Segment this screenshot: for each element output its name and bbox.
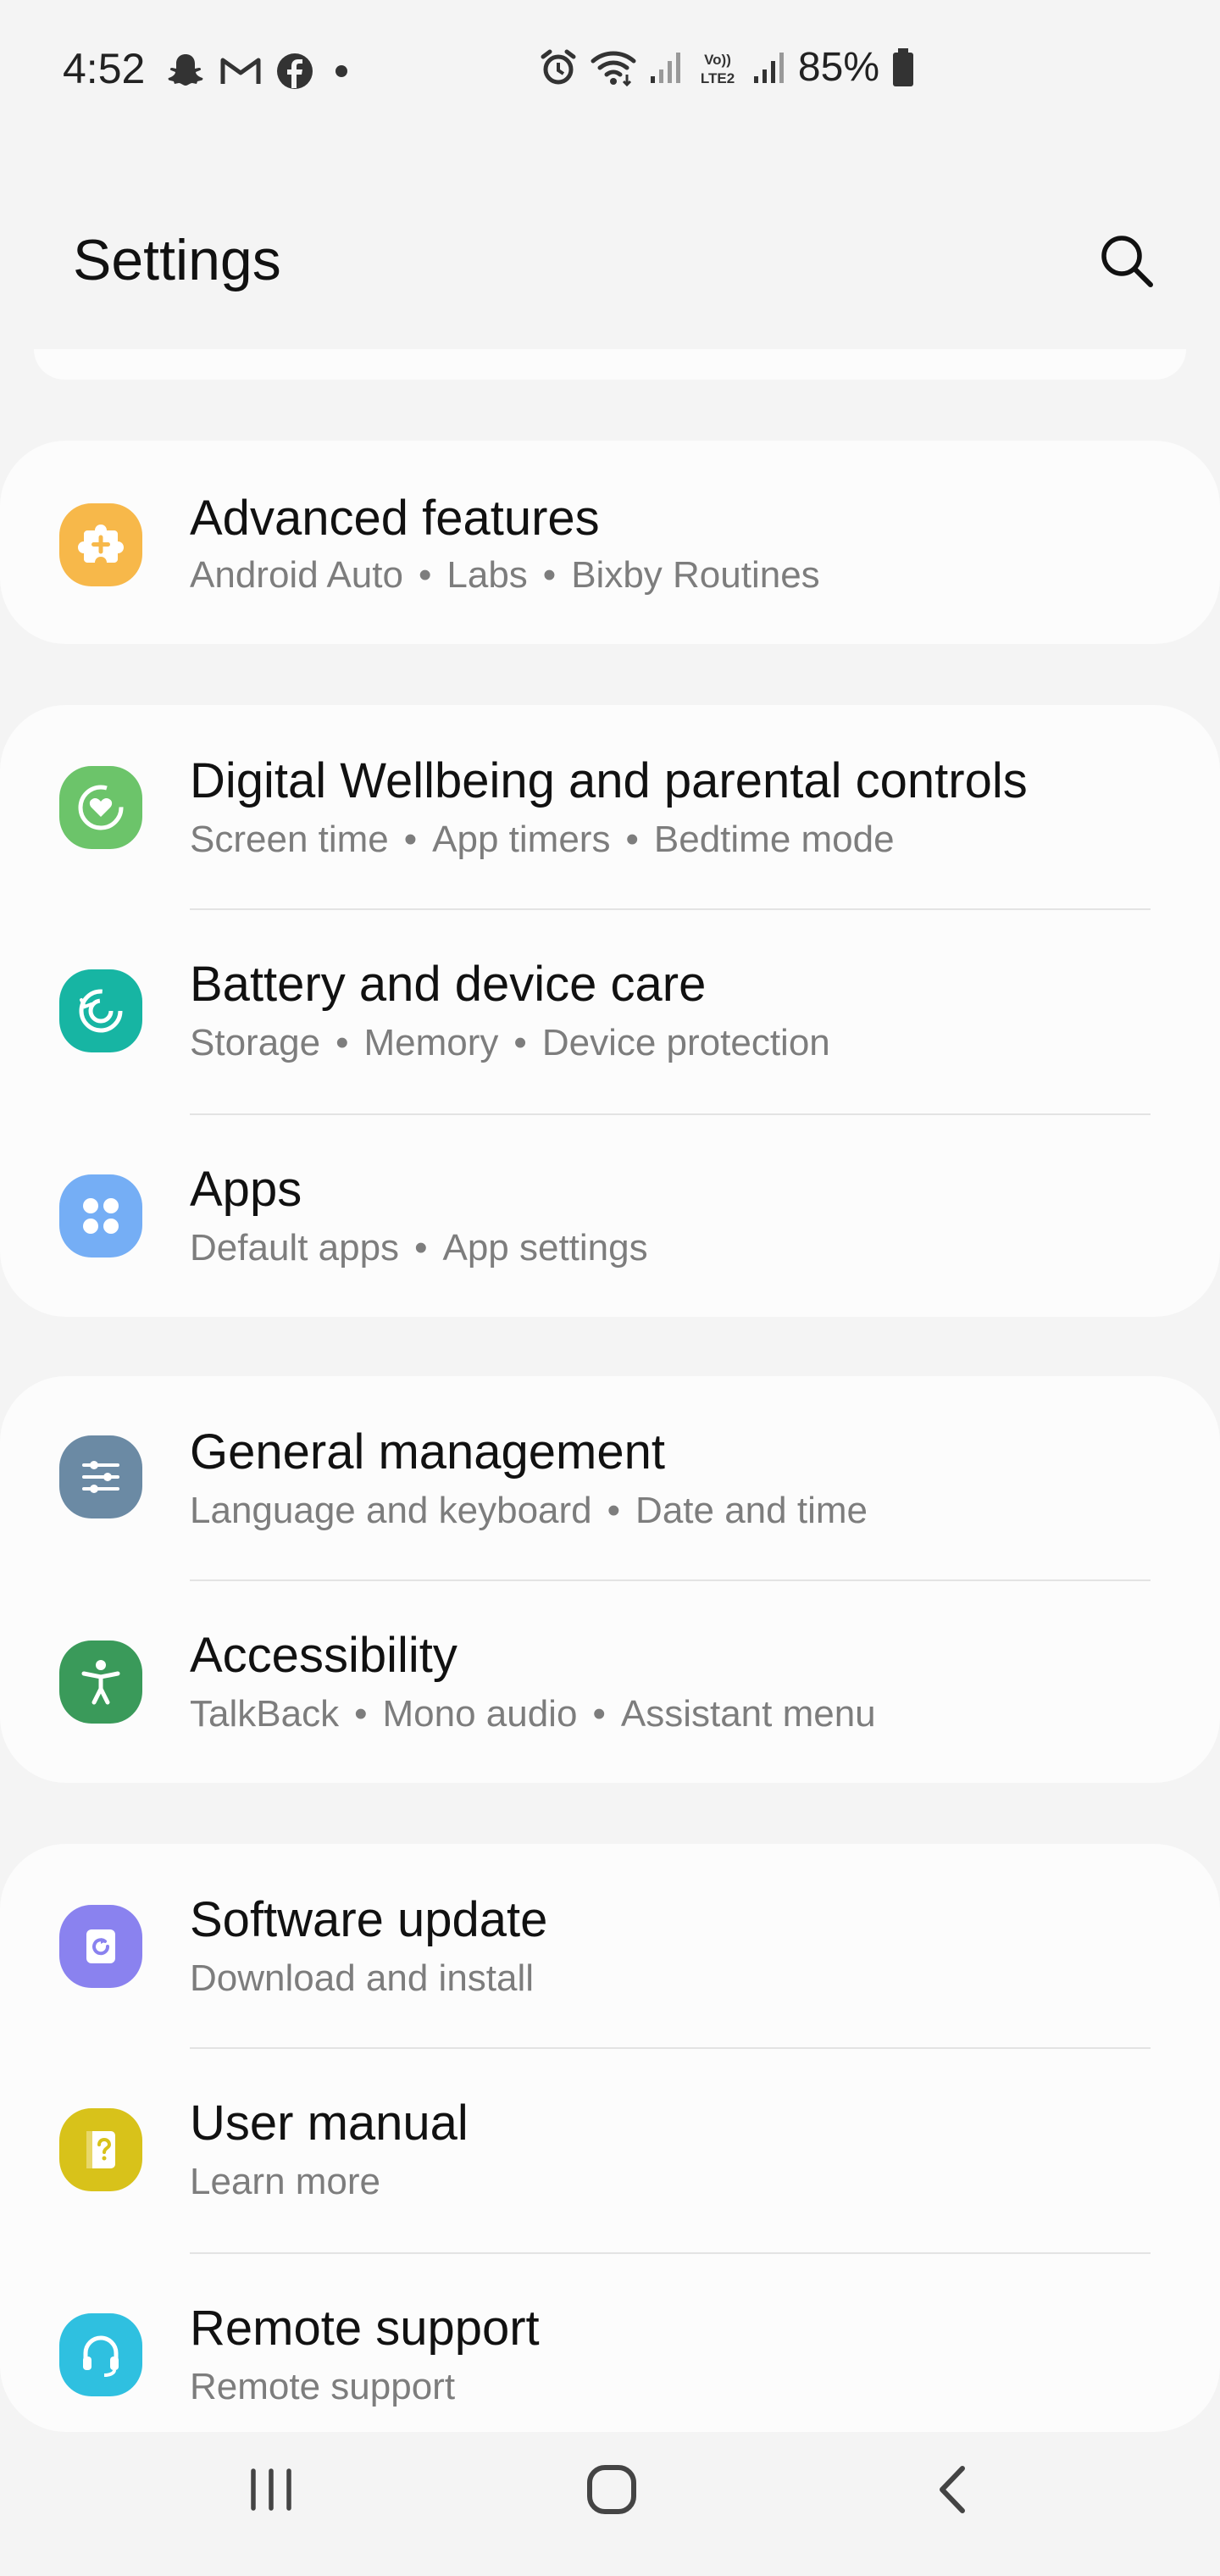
subtitle-part: Bedtime mode (653, 819, 895, 860)
settings-item-general-management[interactable]: General management Language and keyboard… (0, 1376, 1220, 1581)
item-title: General management (190, 1424, 665, 1480)
settings-item-advanced-features[interactable]: Advanced features Android Auto • Labs • Bixb… (0, 441, 1220, 644)
volte-icon: Vo)) LTE2 (695, 49, 740, 86)
subtitle-part: Default apps (190, 1227, 400, 1269)
settings-item-user-manual[interactable]: User manual Learn more (0, 2049, 1220, 2254)
settings-item-digital-wellbeing[interactable]: Digital Wellbeing and parental controls … (0, 705, 1220, 910)
item-title: Remote support (190, 2301, 540, 2356)
item-title: Accessibility (190, 1628, 458, 1683)
subtitle-part: Bixby Routines (571, 554, 820, 596)
item-subtitle: Storage • Memory • Device protection (190, 1022, 830, 1063)
item-title: Advanced features (190, 491, 600, 546)
facebook-icon (276, 53, 313, 90)
subtitle-part: App timers (432, 819, 611, 860)
subtitle-part: Screen time (190, 819, 389, 860)
item-subtitle: Language and keyboard • Date and time (190, 1490, 868, 1531)
item-subtitle: Default apps • App settings (190, 1227, 648, 1269)
apps-grid-icon (59, 1174, 142, 1257)
recents-icon (241, 2464, 301, 2519)
previous-card-edge (34, 349, 1186, 380)
snapchat-icon (166, 53, 205, 90)
home-button[interactable] (552, 2449, 671, 2534)
puzzle-plus-icon (59, 503, 142, 586)
settings-card-support: Software update Download and install Use… (0, 1844, 1220, 2432)
item-title: Software update (190, 1892, 548, 1947)
settings-item-apps[interactable]: Apps Default apps • App settings (0, 1115, 1220, 1320)
svg-text:LTE2: LTE2 (701, 70, 735, 86)
item-subtitle: Learn more (190, 2161, 380, 2203)
item-title: Apps (190, 1162, 302, 1217)
search-button[interactable] (1095, 230, 1159, 295)
status-time: 4:52 (63, 45, 146, 92)
headset-icon (59, 2313, 142, 2396)
back-icon (927, 2460, 978, 2523)
item-title: User manual (190, 2096, 469, 2151)
settings-item-battery-device-care[interactable]: Battery and device care Storage • Memory • D… (0, 910, 1220, 1115)
notification-icons (166, 53, 354, 90)
item-subtitle: Screen time • App timers • Bedtime mode (190, 819, 895, 860)
back-button[interactable] (893, 2449, 1012, 2534)
subtitle-part: TalkBack (190, 1693, 340, 1735)
battery-percentage: 85% (797, 45, 879, 90)
dot-icon (329, 58, 354, 84)
item-subtitle: Download and install (190, 1957, 534, 2000)
subtitle-part: Learn more (190, 2161, 381, 2202)
item-title: Battery and device care (190, 957, 707, 1012)
subtitle-part: Memory (363, 1022, 499, 1063)
home-icon (582, 2460, 641, 2523)
page-title: Settings (73, 228, 281, 292)
wifi-icon (590, 49, 637, 86)
subtitle-part: Date and time (635, 1490, 868, 1531)
subtitle-part: Assistant menu (620, 1693, 876, 1735)
item-subtitle: TalkBack • Mono audio • Assistant menu (190, 1693, 876, 1735)
subtitle-part: Labs (446, 554, 528, 596)
settings-item-accessibility[interactable]: Accessibility TalkBack • Mono audio • Assist… (0, 1581, 1220, 1786)
settings-item-remote-support[interactable]: Remote support Remote support (0, 2254, 1220, 2459)
device-care-icon (59, 969, 142, 1052)
navigation-bar (0, 2432, 1220, 2576)
subtitle-part: App settings (442, 1227, 648, 1269)
signal-icon (752, 51, 786, 85)
manual-question-icon (59, 2108, 142, 2191)
status-bar: 4:52 Vo)) LTE2 85% (0, 0, 1220, 144)
settings-item-software-update[interactable]: Software update Download and install (0, 1844, 1220, 2049)
subtitle-part: Android Auto (190, 554, 403, 596)
battery-icon (891, 47, 915, 87)
settings-card-device: Digital Wellbeing and parental controls … (0, 705, 1220, 1317)
subtitle-part: Remote support (190, 2366, 456, 2407)
svg-text:Vo)): Vo)) (704, 52, 731, 68)
item-subtitle: Remote support (190, 2366, 455, 2408)
subtitle-part: Storage (190, 1022, 321, 1063)
sliders-icon (59, 1435, 142, 1518)
search-icon (1097, 231, 1156, 295)
signal-icon (649, 51, 683, 85)
subtitle-part: Device protection (541, 1022, 830, 1063)
gmail-icon (220, 55, 261, 87)
subtitle-part: Download and install (190, 1957, 535, 1999)
item-subtitle: Android Auto • Labs • Bixby Routines (190, 554, 820, 596)
system-status-icons: Vo)) LTE2 85% (539, 44, 915, 91)
wellbeing-heart-icon (59, 766, 142, 849)
alarm-icon (539, 48, 578, 87)
software-update-icon (59, 1905, 142, 1988)
settings-card-advanced: Advanced features Android Auto • Labs • Bixb… (0, 441, 1220, 644)
subtitle-part: Mono audio (382, 1693, 578, 1735)
subtitle-part: Language and keyboard (190, 1490, 592, 1531)
recents-button[interactable] (212, 2449, 330, 2534)
item-title: Digital Wellbeing and parental controls (190, 753, 1028, 808)
accessibility-person-icon (59, 1641, 142, 1724)
settings-card-system: General management Language and keyboard… (0, 1376, 1220, 1783)
